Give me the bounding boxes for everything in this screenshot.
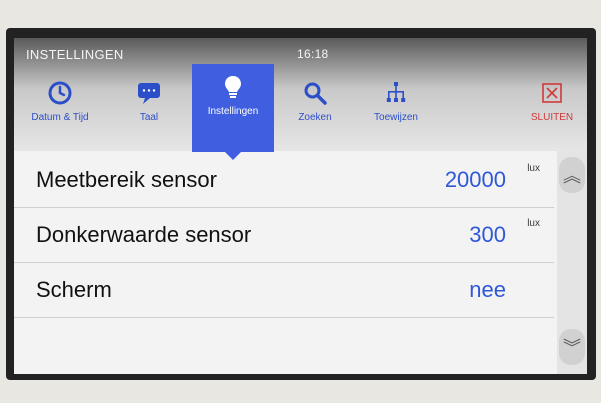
screen-title: INSTELLINGEN <box>26 47 124 62</box>
search-icon <box>304 82 327 105</box>
clock-icon <box>48 81 72 105</box>
setting-unit: lux <box>527 163 540 174</box>
device-screen: INSTELLINGEN 16:18 Datum & Tijd Taal Ins… <box>14 38 587 374</box>
speech-bubble-icon <box>138 83 160 104</box>
setting-value: 20000 <box>444 167 506 192</box>
setting-value: 300 <box>469 222 506 247</box>
setting-label: Scherm <box>36 277 112 302</box>
setting-label: Donkerwaarde sensor <box>36 222 252 247</box>
clock-time: 16:18 <box>297 47 329 61</box>
tab-label: Instellingen <box>207 106 259 117</box>
tab-label: Toewijzen <box>374 112 418 123</box>
hierarchy-icon <box>386 82 406 102</box>
tab-instellingen[interactable]: Instellingen <box>192 64 274 160</box>
tab-bar: Datum & Tijd Taal Instellingen Zoeken To… <box>14 64 587 160</box>
scroll-up-button[interactable]: ︽ <box>559 157 585 193</box>
setting-row-meetbereik[interactable]: Meetbereik sensor 20000 lux <box>14 153 554 208</box>
double-chevron-down-icon: ︾ <box>563 338 581 358</box>
close-button[interactable]: SLUITEN <box>520 70 584 148</box>
close-icon <box>542 83 562 103</box>
titlebar: INSTELLINGEN 16:18 <box>14 38 587 66</box>
double-chevron-up-icon: ︽ <box>563 166 581 186</box>
setting-row-scherm[interactable]: Scherm nee <box>14 263 554 318</box>
tab-label: Zoeken <box>298 112 332 123</box>
scrollbar: ︽ ︾ <box>557 151 587 374</box>
header: INSTELLINGEN 16:18 Datum & Tijd Taal Ins… <box>14 38 587 160</box>
tab-toewijzen[interactable]: Toewijzen <box>356 70 436 148</box>
tab-taal[interactable]: Taal <box>114 70 184 148</box>
setting-unit: lux <box>527 218 540 229</box>
close-label: SLUITEN <box>530 112 574 123</box>
setting-value: nee <box>469 277 506 302</box>
lightbulb-icon <box>225 76 241 98</box>
tab-datum-tijd[interactable]: Datum & Tijd <box>14 70 106 148</box>
tab-zoeken[interactable]: Zoeken <box>282 70 348 148</box>
setting-label: Meetbereik sensor <box>36 167 217 192</box>
scroll-down-button[interactable]: ︾ <box>559 329 585 365</box>
setting-row-donkerwaarde[interactable]: Donkerwaarde sensor 300 lux <box>14 208 554 263</box>
settings-list: Meetbereik sensor 20000 lux Donkerwaarde… <box>14 151 567 374</box>
tab-label: Datum & Tijd <box>31 112 89 123</box>
tab-label: Taal <box>139 112 159 123</box>
